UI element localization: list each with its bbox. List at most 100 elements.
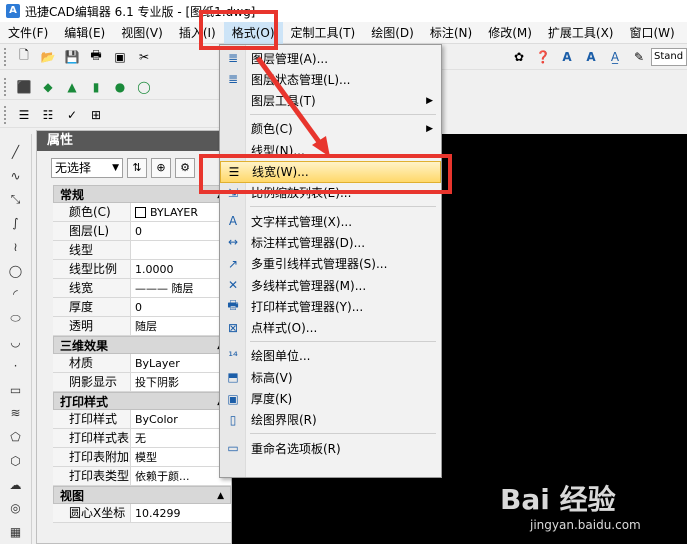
menu-item-4[interactable]: 格式(O) [223, 21, 283, 44]
wedge-icon[interactable]: ◆ [39, 78, 57, 96]
cut-icon[interactable]: ✂ [135, 48, 153, 66]
menu-item-10[interactable]: 窗口(W) [622, 22, 683, 44]
format-menu-item[interactable]: ⇲ 比例缩放列表(E)... [220, 182, 441, 204]
property-row[interactable]: 打印表附加到模型 [53, 448, 231, 467]
property-value[interactable]: 随层 [131, 317, 231, 335]
region-tool-icon[interactable]: ⬡ [7, 452, 25, 470]
text-a2-icon[interactable]: A [582, 48, 600, 66]
line-tool-icon[interactable]: ╱ [7, 143, 25, 161]
circle-tool-icon[interactable]: ◯ [7, 262, 25, 280]
ellipse-tool-icon[interactable]: ⬭ [7, 309, 25, 327]
property-row[interactable]: 图层(L) 0 [53, 222, 231, 241]
preview-icon[interactable]: ▣ [111, 48, 129, 66]
menu-item-7[interactable]: 标注(N) [422, 22, 480, 44]
format-menu-item[interactable]: ≣ 图层状态管理(L)... [220, 68, 441, 90]
rectangle-tool-icon[interactable]: ▭ [7, 381, 25, 399]
cylinder-icon[interactable]: ▮ [87, 78, 105, 96]
save-icon[interactable]: 💾 [63, 48, 81, 66]
section-header[interactable]: 打印样式▲ [53, 392, 231, 410]
property-value[interactable]: 0 [131, 222, 231, 240]
property-value[interactable]: 模型 [131, 448, 231, 466]
format-menu-item[interactable]: ↗ 多重引线样式管理器(S)... [220, 253, 441, 275]
spline-tool-icon[interactable]: ∫ [7, 214, 25, 232]
property-row[interactable]: 线型 [53, 241, 231, 260]
property-row[interactable]: 线型比例 1.0000 [53, 260, 231, 279]
menu-item-2[interactable]: 视图(V) [113, 22, 171, 44]
format-menu-item[interactable]: ▣ 厚度(K) [220, 388, 441, 410]
box-icon[interactable]: ⬛ [15, 78, 33, 96]
menu-item-9[interactable]: 扩展工具(X) [540, 22, 622, 44]
torus-icon[interactable]: ◯ [135, 78, 153, 96]
format-menu-item[interactable]: ¹⁴ 绘图单位... [220, 345, 441, 367]
property-value[interactable]: 0 [131, 298, 231, 316]
property-value[interactable]: ——— 随层 [131, 279, 231, 297]
property-row[interactable]: 线宽 ——— 随层 [53, 279, 231, 298]
layer-iso-icon[interactable]: ⊞ [87, 106, 105, 124]
text-a-icon[interactable]: A [558, 48, 576, 66]
color-icon[interactable]: ✿ [510, 48, 528, 66]
menu-item-0[interactable]: 文件(F) [0, 22, 56, 44]
section-header[interactable]: 三维效果▲ [53, 336, 231, 354]
format-menu-item[interactable]: ✕ 多线样式管理器(M)... [220, 274, 441, 296]
property-row[interactable]: 圆心X坐标 10.4299 [53, 504, 231, 523]
property-value[interactable]: 无 [131, 429, 231, 447]
property-value[interactable]: 1.0000 [131, 260, 231, 278]
layer-icon[interactable]: ☰ [15, 106, 33, 124]
menu-item-8[interactable]: 修改(M) [480, 22, 540, 44]
donut-tool-icon[interactable]: ◎ [7, 499, 25, 517]
text-edit-icon[interactable]: A̲ [606, 48, 624, 66]
section-header[interactable]: 视图 ▲ [53, 486, 231, 504]
property-row[interactable]: 打印表类型 依赖于颜... [53, 467, 231, 486]
format-menu-item[interactable]: ↔ 标注样式管理器(D)... [220, 231, 441, 253]
menu-item-6[interactable]: 绘图(D) [363, 22, 422, 44]
sphere-icon[interactable]: ● [111, 78, 129, 96]
property-value[interactable]: 依赖于颜... [131, 467, 231, 485]
cone-icon[interactable]: ▲ [63, 78, 81, 96]
hatch-tool-icon[interactable]: ▦ [7, 523, 25, 541]
menu-item-11[interactable]: 帮助 [683, 22, 687, 44]
select-objects-icon[interactable]: ⊕ [151, 158, 171, 178]
polygon-tool-icon[interactable]: ⬠ [7, 428, 25, 446]
text-style-icon[interactable]: ✎ [630, 48, 648, 66]
format-menu-item[interactable]: ▯ 绘图界限(R) [220, 409, 441, 431]
format-menu-item[interactable]: ☰ 线宽(W)... [220, 160, 441, 183]
section-header[interactable]: 常规▲ [53, 185, 231, 203]
selection-dropdown[interactable]: 无选择 ▼ [51, 158, 123, 178]
property-row[interactable]: 厚度 0 [53, 298, 231, 317]
toolbar-grip[interactable] [4, 47, 8, 66]
property-value[interactable] [131, 241, 231, 259]
format-menu-item[interactable]: ⊠ 点样式(O)... [220, 317, 441, 339]
toolbar-grip[interactable] [4, 77, 8, 96]
property-row[interactable]: 透明 随层 [53, 317, 231, 336]
collapse-icon[interactable]: ▲ [217, 487, 224, 505]
toolbar-grip[interactable] [4, 105, 8, 124]
property-value[interactable]: ByColor [131, 410, 231, 428]
open-file-icon[interactable]: 📂 [39, 48, 57, 66]
construction-line-icon[interactable]: ⤡ [7, 191, 25, 209]
property-value[interactable]: 投下阴影 [131, 373, 231, 391]
property-row[interactable]: 材质 ByLayer [53, 354, 231, 373]
polyline-tool-icon[interactable]: ∿ [7, 167, 25, 185]
text-style-box[interactable]: Stand [651, 47, 687, 66]
toggle-pickadd-icon[interactable]: ⇅ [127, 158, 147, 178]
format-menu-item[interactable]: ⬒ 标高(V) [220, 366, 441, 388]
format-menu-item[interactable]: 🖶 打印样式管理器(Y)... [220, 295, 441, 317]
menu-item-3[interactable]: 插入(I) [171, 22, 224, 44]
layer-match-icon[interactable]: ✓ [63, 106, 81, 124]
arc-tool-icon[interactable]: ◜ [7, 286, 25, 304]
format-menu-item[interactable]: 颜色(C) ▶ [220, 118, 441, 140]
format-menu-item[interactable]: ≣ 图层管理(A)... [220, 47, 441, 69]
cloud-tool-icon[interactable]: ☁ [7, 476, 25, 494]
help-icon[interactable]: ❓ [534, 48, 552, 66]
property-row[interactable]: 打印样式 ByColor [53, 410, 231, 429]
menu-item-5[interactable]: 定制工具(T) [283, 22, 364, 44]
point-tool-icon[interactable]: · [7, 357, 25, 375]
property-row[interactable]: 阴影显示 投下阴影 [53, 373, 231, 392]
property-value[interactable]: 10.4299 [131, 504, 231, 522]
quick-select-icon[interactable]: ⚙ [175, 158, 195, 178]
format-menu-item[interactable]: 图层工具(T) ▶ [220, 90, 441, 112]
format-menu-item[interactable]: ▭ 重命名选项板(R) [220, 437, 441, 459]
freehand-icon[interactable]: ≀ [7, 238, 25, 256]
property-row[interactable]: 颜色(C) BYLAYER [53, 203, 231, 222]
ellipse-arc-icon[interactable]: ◡ [7, 333, 25, 351]
